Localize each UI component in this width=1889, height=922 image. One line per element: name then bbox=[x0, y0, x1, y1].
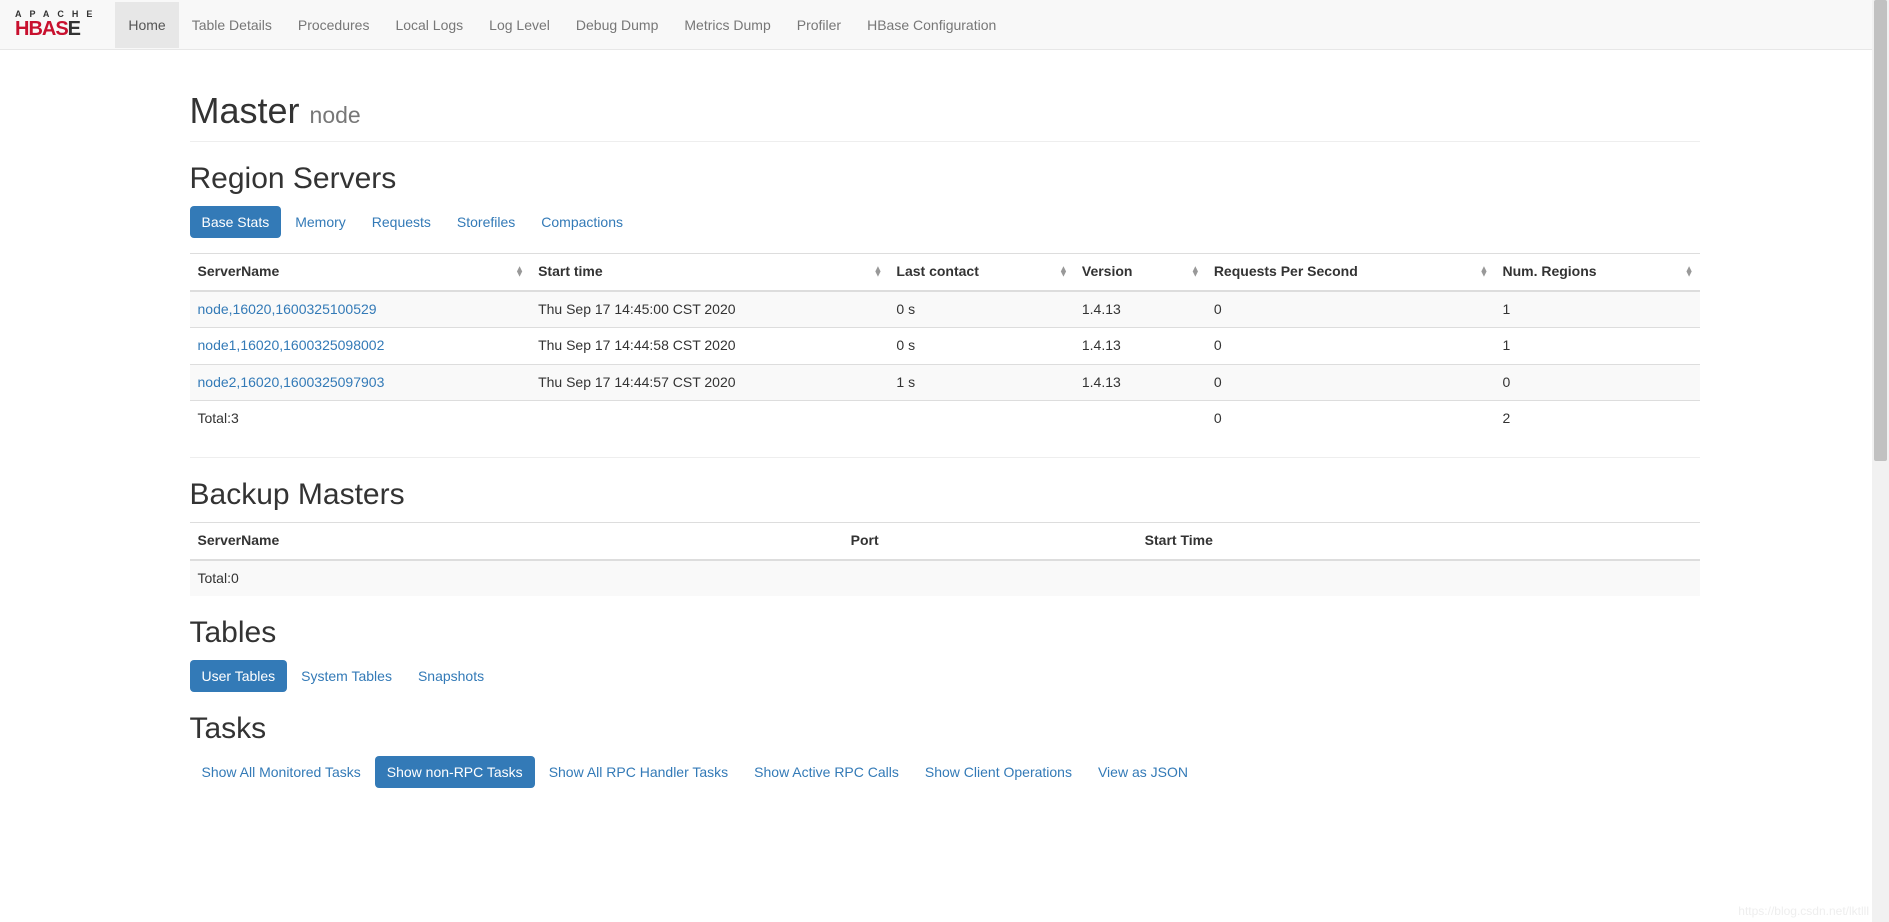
cell: 0 bbox=[1206, 401, 1495, 437]
cell: 0 bbox=[1494, 364, 1699, 401]
watermark: https://blog.csdn.net/lktlll bbox=[1738, 904, 1869, 918]
tab-compactions[interactable]: Compactions bbox=[529, 206, 635, 238]
page-header: Master node bbox=[190, 90, 1700, 142]
col-start-time: Start Time bbox=[1137, 522, 1700, 559]
cell: 0 bbox=[1206, 291, 1495, 328]
cell: 1 bbox=[1494, 291, 1699, 328]
tab-memory[interactable]: Memory bbox=[283, 206, 358, 238]
cell bbox=[888, 401, 1073, 437]
table-row: node,16020,1600325100529 Thu Sep 17 14:45… bbox=[190, 291, 1700, 328]
cell: node2,16020,1600325097903 bbox=[190, 364, 531, 401]
nav-link-debug-dump[interactable]: Debug Dump bbox=[563, 2, 672, 48]
nav-link-home[interactable]: Home bbox=[115, 2, 178, 48]
cell: Thu Sep 17 14:44:57 CST 2020 bbox=[530, 364, 888, 401]
nav-link-procedures[interactable]: Procedures bbox=[285, 2, 383, 48]
sort-icon: ▲▼ bbox=[1685, 266, 1694, 277]
title-main: Master bbox=[190, 90, 300, 131]
cell: 0 s bbox=[888, 291, 1073, 328]
table-row-total: Total:3 02 bbox=[190, 401, 1700, 437]
cell: 1.4.13 bbox=[1074, 291, 1206, 328]
cell: 1.4.13 bbox=[1074, 328, 1206, 365]
title-subtitle: node bbox=[310, 102, 361, 128]
cell bbox=[1074, 401, 1206, 437]
backup-masters-table: ServerNamePortStart Time Total:0 bbox=[190, 522, 1700, 596]
nav-link-local-logs[interactable]: Local Logs bbox=[382, 2, 476, 48]
region-servers-section: Region Servers Base StatsMemoryRequestsS… bbox=[190, 162, 1700, 437]
server-link[interactable]: node,16020,1600325100529 bbox=[198, 301, 377, 317]
hbase-logo[interactable]: APACHE HBASE bbox=[15, 10, 100, 39]
cell: Thu Sep 17 14:44:58 CST 2020 bbox=[530, 328, 888, 365]
tab-view-as-json[interactable]: View as JSON bbox=[1086, 756, 1200, 788]
scrollbar[interactable] bbox=[1872, 0, 1889, 922]
tab-show-all-rpc-handler-tasks[interactable]: Show All RPC Handler Tasks bbox=[537, 756, 740, 788]
cell: Thu Sep 17 14:45:00 CST 2020 bbox=[530, 291, 888, 328]
region-servers-heading: Region Servers bbox=[190, 162, 1700, 196]
cell: 1 bbox=[1494, 328, 1699, 365]
cell: node,16020,1600325100529 bbox=[190, 291, 531, 328]
tables-section: Tables User TablesSystem TablesSnapshots bbox=[190, 616, 1700, 692]
cell bbox=[530, 401, 888, 437]
table-header-row: ServerName▲▼Start time▲▼Last contact▲▼Ve… bbox=[190, 254, 1700, 291]
col-servername: ServerName bbox=[190, 522, 843, 559]
col-last-contact[interactable]: Last contact▲▼ bbox=[888, 254, 1073, 291]
tab-base-stats[interactable]: Base Stats bbox=[190, 206, 282, 238]
sort-icon: ▲▼ bbox=[1191, 266, 1200, 277]
tasks-section: Tasks Show All Monitored TasksShow non-R… bbox=[190, 712, 1700, 788]
top-navbar: APACHE HBASE HomeTable DetailsProcedures… bbox=[0, 0, 1889, 50]
table-row: node2,16020,1600325097903 Thu Sep 17 14:4… bbox=[190, 364, 1700, 401]
col-version[interactable]: Version▲▼ bbox=[1074, 254, 1206, 291]
nav-link-hbase-configuration[interactable]: HBase Configuration bbox=[854, 2, 1009, 48]
cell: 1 s bbox=[888, 364, 1073, 401]
backup-masters-section: Backup Masters ServerNamePortStart Time … bbox=[190, 478, 1700, 596]
tasks-tabs: Show All Monitored TasksShow non-RPC Tas… bbox=[190, 756, 1700, 788]
col-num-regions[interactable]: Num. Regions▲▼ bbox=[1494, 254, 1699, 291]
cell: Total:3 bbox=[190, 401, 531, 437]
server-link[interactable]: node1,16020,1600325098002 bbox=[198, 337, 385, 353]
nav-link-metrics-dump[interactable]: Metrics Dump bbox=[671, 2, 783, 48]
tab-show-all-monitored-tasks[interactable]: Show All Monitored Tasks bbox=[190, 756, 373, 788]
region-servers-table: ServerName▲▼Start time▲▼Last contact▲▼Ve… bbox=[190, 253, 1700, 437]
cell: 2 bbox=[1494, 401, 1699, 437]
cell: 0 s bbox=[888, 328, 1073, 365]
sort-icon: ▲▼ bbox=[1059, 266, 1068, 277]
tab-snapshots[interactable]: Snapshots bbox=[406, 660, 496, 692]
tab-storefiles[interactable]: Storefiles bbox=[445, 206, 527, 238]
page-title: Master node bbox=[190, 90, 1700, 132]
sort-icon: ▲▼ bbox=[874, 266, 883, 277]
tables-heading: Tables bbox=[190, 616, 1700, 650]
cell: 0 bbox=[1206, 364, 1495, 401]
tables-tabs: User TablesSystem TablesSnapshots bbox=[190, 660, 1700, 692]
cell: 0 bbox=[1206, 328, 1495, 365]
tab-user-tables[interactable]: User Tables bbox=[190, 660, 288, 692]
backup-masters-heading: Backup Masters bbox=[190, 478, 1700, 512]
col-start-time[interactable]: Start time▲▼ bbox=[530, 254, 888, 291]
cell: node1,16020,1600325098002 bbox=[190, 328, 531, 365]
divider bbox=[190, 457, 1700, 458]
sort-icon: ▲▼ bbox=[515, 266, 524, 277]
col-requests-per-second[interactable]: Requests Per Second▲▼ bbox=[1206, 254, 1495, 291]
cell: 1.4.13 bbox=[1074, 364, 1206, 401]
nav-link-log-level[interactable]: Log Level bbox=[476, 2, 563, 48]
tab-show-client-operations[interactable]: Show Client Operations bbox=[913, 756, 1084, 788]
tab-show-active-rpc-calls[interactable]: Show Active RPC Calls bbox=[742, 756, 911, 788]
table-row: Total:0 bbox=[190, 560, 1700, 597]
table-header-row: ServerNamePortStart Time bbox=[190, 522, 1700, 559]
primary-nav: HomeTable DetailsProceduresLocal LogsLog… bbox=[115, 2, 1009, 48]
tasks-heading: Tasks bbox=[190, 712, 1700, 746]
nav-link-table-details[interactable]: Table Details bbox=[179, 2, 285, 48]
server-link[interactable]: node2,16020,1600325097903 bbox=[198, 374, 385, 390]
col-port: Port bbox=[843, 522, 1137, 559]
sort-icon: ▲▼ bbox=[1480, 266, 1489, 277]
nav-link-profiler[interactable]: Profiler bbox=[784, 2, 854, 48]
tab-requests[interactable]: Requests bbox=[360, 206, 443, 238]
table-row: node1,16020,1600325098002 Thu Sep 17 14:4… bbox=[190, 328, 1700, 365]
scrollbar-thumb[interactable] bbox=[1874, 0, 1887, 461]
tab-system-tables[interactable]: System Tables bbox=[289, 660, 404, 692]
logo-text-bottom: HBASE bbox=[15, 19, 100, 39]
tab-show-non-rpc-tasks[interactable]: Show non-RPC Tasks bbox=[375, 756, 535, 788]
region-servers-tabs: Base StatsMemoryRequestsStorefilesCompac… bbox=[190, 206, 1700, 238]
total-cell: Total:0 bbox=[190, 560, 843, 597]
col-servername[interactable]: ServerName▲▼ bbox=[190, 254, 531, 291]
